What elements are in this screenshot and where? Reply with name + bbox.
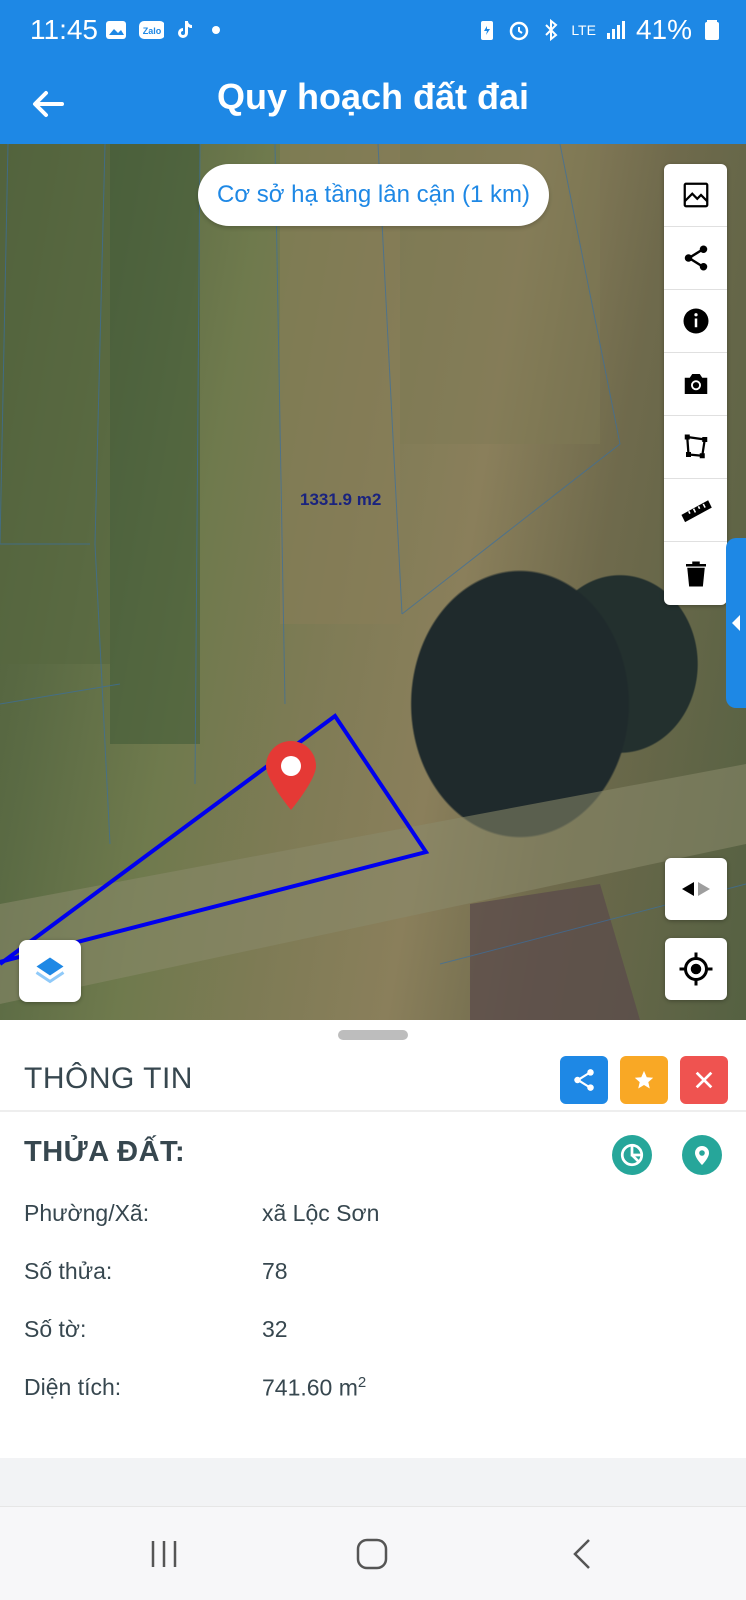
tool-share[interactable]	[664, 227, 727, 290]
favorite-button[interactable]	[620, 1056, 668, 1104]
tiktok-icon	[178, 21, 192, 38]
star-icon	[634, 1070, 654, 1089]
info-icon	[683, 308, 708, 334]
compare-button[interactable]	[665, 858, 727, 920]
recent-apps-button[interactable]	[134, 1527, 194, 1581]
tool-camera[interactable]	[664, 353, 727, 416]
parcel-map-layer	[0, 144, 746, 1020]
info-row-sheet-number: Số tờ: 32	[24, 1316, 724, 1356]
row-label: Số thửa:	[24, 1258, 113, 1284]
bluetooth-icon	[545, 18, 558, 42]
row-label: Phường/Xã:	[24, 1200, 150, 1226]
svg-text:Zalo: Zalo	[143, 26, 162, 36]
parcel-section-title: THỬA ĐẤT:	[24, 1136, 186, 1168]
tool-delete[interactable]	[664, 542, 727, 605]
tool-image-overlay[interactable]	[664, 164, 727, 227]
map-toolbar	[664, 164, 727, 605]
ruler-icon	[680, 500, 712, 523]
row-value: 78	[262, 1258, 288, 1284]
compare-arrows-icon	[682, 882, 710, 896]
system-nav-bar	[0, 1506, 746, 1600]
sheet-footer	[0, 1458, 746, 1506]
area-unit-exponent: 2	[357, 1374, 367, 1391]
system-status: LTE 41%	[475, 14, 724, 46]
signal-icon	[606, 21, 625, 39]
battery-percent: 41%	[635, 14, 692, 45]
sheet-drag-handle[interactable]	[338, 1030, 408, 1040]
zalo-icon: Zalo	[139, 21, 164, 39]
camera-icon	[684, 374, 707, 394]
pie-chart-icon	[620, 1143, 644, 1167]
layers-icon	[35, 957, 65, 984]
notification-icons: Zalo	[104, 18, 228, 42]
my-location-button[interactable]	[665, 938, 727, 1000]
row-value: 32	[262, 1316, 288, 1342]
battery-saver-icon	[481, 21, 494, 40]
share-icon	[684, 245, 707, 271]
page-title: Quy hoạch đất đai	[216, 76, 530, 117]
share-icon	[574, 1069, 594, 1091]
row-value: 741.60 m2	[262, 1374, 366, 1402]
info-row-ward: Phường/Xã: xã Lộc Sơn	[24, 1200, 724, 1240]
area-value: 741.60 m	[262, 1374, 358, 1401]
recent-apps-icon	[151, 1541, 177, 1567]
tool-info[interactable]	[664, 290, 727, 353]
location-marker[interactable]	[266, 741, 316, 810]
tool-ruler[interactable]	[664, 479, 727, 542]
tool-polygon[interactable]	[664, 416, 727, 479]
polygon-icon	[684, 434, 707, 459]
map-view[interactable]: 1331.9 m2 Cơ sở hạ tầng lân cận (1 km)	[0, 144, 746, 1020]
back-icon	[573, 1539, 590, 1569]
share-button[interactable]	[560, 1056, 608, 1104]
close-icon	[695, 1071, 713, 1089]
trash-icon	[685, 561, 706, 586]
layers-button[interactable]	[19, 940, 81, 1002]
side-panel-toggle[interactable]	[726, 538, 746, 708]
status-time: 11:45	[30, 14, 98, 45]
info-bottom-sheet: THÔNG TIN THỬA ĐẤT: Phường/Xã: xã Lộc Sơ…	[0, 1020, 746, 1506]
status-bar: 11:45 Zalo LTE 41%	[0, 0, 746, 64]
battery-icon	[705, 20, 719, 40]
row-value: xã Lộc Sơn	[262, 1200, 380, 1226]
gallery-icon	[106, 21, 126, 39]
sheet-title: THÔNG TIN	[24, 1062, 193, 1095]
chevron-left-icon	[732, 615, 740, 631]
row-label: Diện tích:	[24, 1374, 122, 1400]
info-row-parcel-number: Số thửa: 78	[24, 1258, 724, 1298]
app-bar: Quy hoạch đất đai	[0, 64, 746, 144]
planning-chart-button[interactable]	[612, 1135, 652, 1175]
home-icon	[356, 1538, 388, 1570]
crosshair-icon	[679, 952, 713, 986]
sheet-actions	[560, 1056, 728, 1104]
sheet-divider	[0, 1110, 746, 1112]
system-back-button[interactable]	[552, 1527, 612, 1581]
info-row-area: Diện tích: 741.60 m2	[24, 1374, 724, 1414]
parcel-area-label: 1331.9 m2	[300, 490, 382, 509]
alarm-icon	[510, 21, 529, 41]
locate-parcel-button[interactable]	[682, 1135, 722, 1175]
image-overlay-icon	[683, 182, 708, 208]
row-label: Số tờ:	[24, 1316, 87, 1342]
lte-label: LTE	[571, 22, 596, 38]
home-button[interactable]	[342, 1527, 402, 1581]
close-button[interactable]	[680, 1056, 728, 1104]
map-pin-icon	[695, 1146, 709, 1165]
dot-icon	[212, 26, 220, 34]
nearby-infrastructure-button[interactable]: Cơ sở hạ tầng lân cận (1 km)	[198, 164, 549, 226]
